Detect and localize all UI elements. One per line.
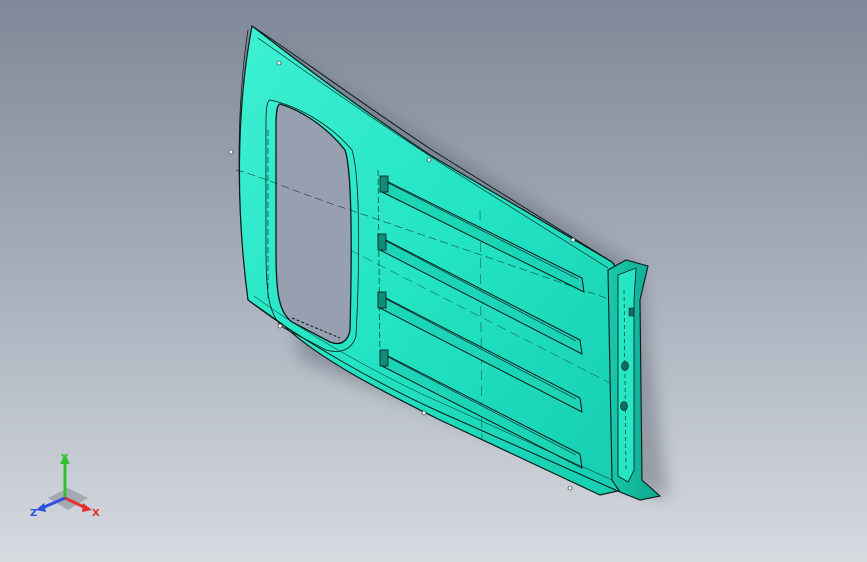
triad-x-arrow bbox=[82, 503, 92, 512]
graphics-viewport[interactable]: Y X Z bbox=[0, 0, 867, 562]
pillar-hole-2 bbox=[620, 401, 628, 411]
triad-z-arrow bbox=[36, 503, 46, 512]
door-panel-model[interactable] bbox=[0, 0, 867, 562]
pillar-hole-1 bbox=[621, 361, 629, 371]
pillar-slot bbox=[628, 307, 635, 317]
triad-y-label: Y bbox=[60, 453, 69, 464]
orientation-triad: Y X Z bbox=[30, 453, 100, 519]
triad-x-label: X bbox=[92, 508, 100, 519]
triad-z-label: Z bbox=[30, 508, 37, 519]
